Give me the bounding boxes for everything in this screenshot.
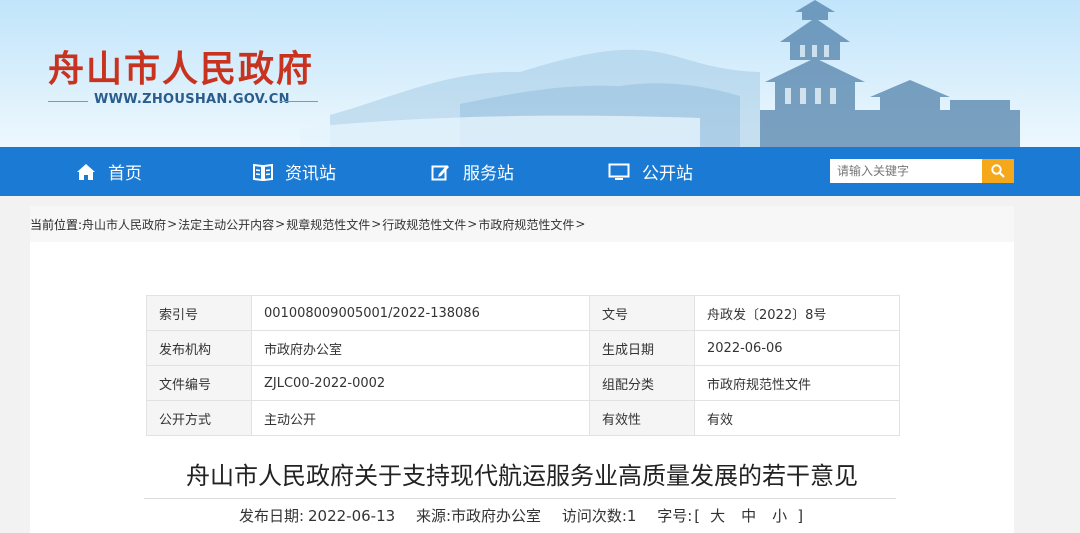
meta-value: 舟政发〔2022〕8号 <box>694 295 900 331</box>
breadcrumb-separator: > <box>275 217 286 231</box>
source-value: 市政府办公室 <box>451 507 542 525</box>
meta-key: 索引号 <box>146 295 252 331</box>
main-nav: 首页 资讯站 服务站 公开站 <box>0 147 1080 196</box>
meta-key: 组配分类 <box>589 365 695 401</box>
document-title: 舟山市人民政府关于支持现代航运服务业高质量发展的若干意见 <box>186 462 858 490</box>
nav-item-service[interactable]: 服务站 <box>431 147 514 196</box>
font-size-bracket-close: ] <box>797 507 804 525</box>
breadcrumb: 当前位置: 舟山市人民政府 > 法定主动公开内容 > 规章规范性文件 > 行政规范性文… <box>30 206 1014 242</box>
breadcrumb-prefix: 当前位置: <box>30 217 83 232</box>
meta-key: 有效性 <box>589 400 695 436</box>
meta-value: 有效 <box>694 400 900 436</box>
url-right-rule <box>280 101 318 102</box>
font-size-label: 字号: <box>657 507 693 525</box>
publish-date-label: 发布日期: <box>238 507 304 525</box>
font-size-large-button[interactable]: 大 <box>710 507 725 525</box>
breadcrumb-link[interactable]: 舟山市人民政府 <box>82 216 166 233</box>
title-divider <box>144 498 896 499</box>
source-label: 来源: <box>415 507 452 525</box>
nav-item-news[interactable]: 资讯站 <box>253 147 336 196</box>
breadcrumb-link[interactable]: 法定主动公开内容 <box>178 216 274 233</box>
home-icon <box>77 163 95 180</box>
publish-date: 发布日期: 2022-06-13 <box>239 507 395 525</box>
nav-label-service: 服务站 <box>463 164 514 184</box>
meta-value: 市政府办公室 <box>251 330 590 366</box>
publish-date-value: 2022-06-13 <box>308 507 396 525</box>
meta-value: ZJLC00-2022-0002 <box>251 365 590 401</box>
meta-value: 001008009005001/2022-138086 <box>251 295 590 331</box>
breadcrumb-separator: > <box>371 217 382 231</box>
font-size-small-button[interactable]: 小 <box>772 507 787 525</box>
breadcrumb-separator: > <box>575 217 586 231</box>
visits-value: 1 <box>626 507 637 525</box>
nav-item-public[interactable]: 公开站 <box>608 147 693 196</box>
site-header: 舟山市人民政府 WWW.ZHOUSHAN.GOV.CN <box>0 0 1080 147</box>
table-row: 发布机构 市政府办公室 生成日期 2022-06-06 <box>146 330 900 366</box>
source: 来源:市政府办公室 <box>416 507 541 525</box>
document-meta-table: 索引号 001008009005001/2022-138086 文号 舟政发〔2… <box>146 295 900 436</box>
nav-label-public: 公开站 <box>642 164 693 184</box>
site-url[interactable]: WWW.ZHOUSHAN.GOV.CN <box>94 92 290 107</box>
meta-value: 主动公开 <box>251 400 590 436</box>
meta-key: 发布机构 <box>146 330 252 366</box>
document-info-row: 发布日期: 2022-06-13 来源:市政府办公室 访问次数:1 字号:[ 大中小… <box>30 505 1014 526</box>
article-panel: 索引号 001008009005001/2022-138086 文号 舟政发〔2… <box>30 242 1014 533</box>
nav-label-news: 资讯站 <box>285 164 336 184</box>
meta-key: 文件编号 <box>146 365 252 401</box>
meta-value: 市政府规范性文件 <box>694 365 900 401</box>
meta-key: 生成日期 <box>589 330 695 366</box>
site-title[interactable]: 舟山市人民政府 <box>48 40 314 92</box>
url-left-rule <box>48 101 88 102</box>
breadcrumb-separator: > <box>167 217 178 231</box>
visits-label: 访问次数: <box>561 507 627 525</box>
font-size-controls: 字号:[ 大中小] <box>657 507 805 525</box>
book-icon <box>253 163 273 181</box>
breadcrumb-separator: > <box>467 217 478 231</box>
monitor-icon <box>608 163 630 180</box>
font-size-bracket-open: [ <box>694 507 701 525</box>
search-icon <box>991 164 1005 178</box>
nav-label-home: 首页 <box>108 164 142 184</box>
meta-value: 2022-06-06 <box>694 330 900 366</box>
search-box <box>830 159 1014 183</box>
meta-key: 文号 <box>589 295 695 331</box>
table-row: 索引号 001008009005001/2022-138086 文号 舟政发〔2… <box>146 295 900 331</box>
table-row: 文件编号 ZJLC00-2022-0002 组配分类 市政府规范性文件 <box>146 365 900 401</box>
breadcrumb-link[interactable]: 市政府规范性文件 <box>478 216 574 233</box>
font-size-medium-button[interactable]: 中 <box>741 507 756 525</box>
site-url-row: WWW.ZHOUSHAN.GOV.CN <box>48 92 318 110</box>
visit-count: 访问次数:1 <box>562 507 637 525</box>
edit-icon <box>431 164 449 180</box>
meta-key: 公开方式 <box>146 400 252 436</box>
search-button[interactable] <box>982 159 1014 183</box>
table-row: 公开方式 主动公开 有效性 有效 <box>146 400 900 436</box>
breadcrumb-link[interactable]: 规章规范性文件 <box>286 216 370 233</box>
nav-item-home[interactable]: 首页 <box>76 147 142 196</box>
breadcrumb-link[interactable]: 行政规范性文件 <box>382 216 466 233</box>
search-input[interactable] <box>830 159 982 183</box>
